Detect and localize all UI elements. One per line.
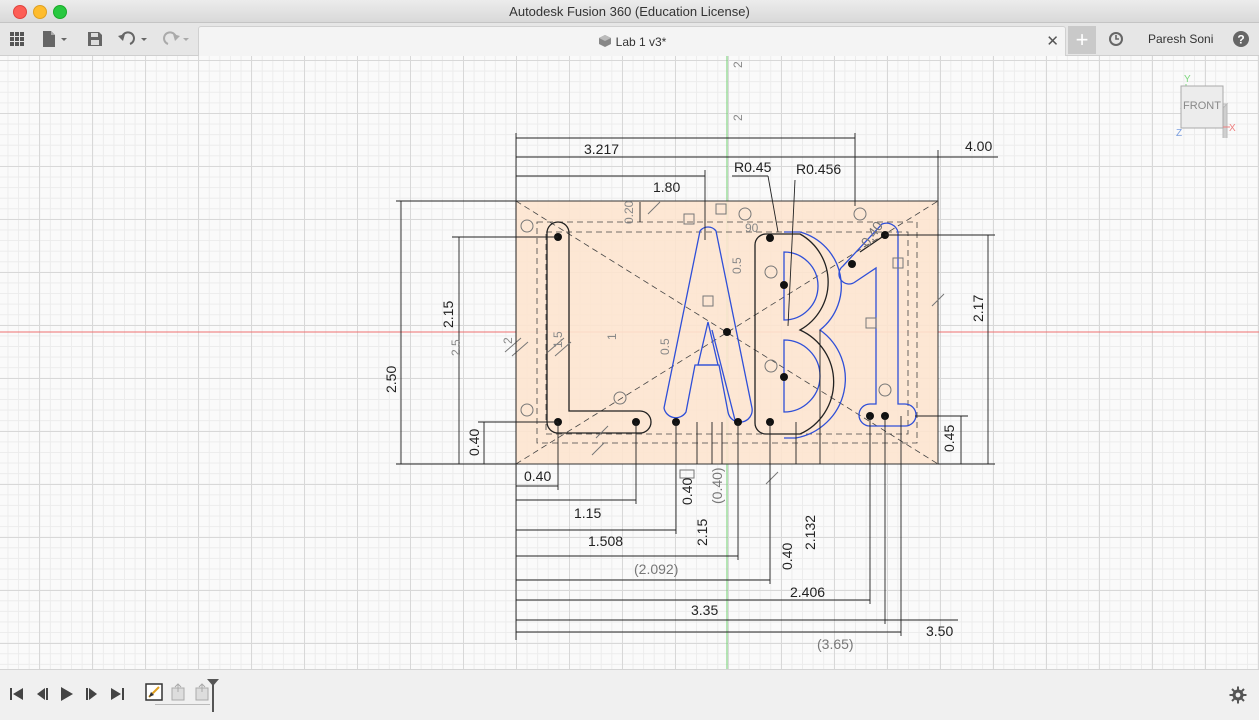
step-back-icon[interactable]	[34, 686, 50, 707]
timeline-settings-gear-icon[interactable]	[1229, 686, 1247, 709]
viewcube-face-front[interactable]: FRONT	[1183, 100, 1221, 112]
timeline-track	[155, 704, 210, 705]
component-box-icon	[598, 35, 611, 47]
sketch-canvas[interactable]: 3.217 4.00 1.80 R0.45 R0.456 2.50 2.15 0…	[0, 56, 1259, 669]
file-menu-icon[interactable]	[38, 27, 70, 51]
title-bar: Autodesk Fusion 360 (Education License)	[0, 0, 1259, 23]
dim-2-15-left[interactable]: 2.15	[440, 301, 456, 328]
dim-0-40-left[interactable]: 0.40	[466, 429, 482, 456]
dim-r045[interactable]: R0.45	[734, 159, 772, 175]
dim-1-80[interactable]: 1.80	[653, 179, 680, 195]
dim-2-406[interactable]: 2.406	[790, 584, 825, 600]
dim-2[interactable]: 2	[501, 337, 515, 344]
dim-0-40-bottom[interactable]: 0.40	[524, 468, 551, 484]
viewcube-axis-z: Z	[1176, 128, 1182, 138]
job-status-clock-icon[interactable]	[1105, 27, 1127, 51]
save-icon[interactable]	[84, 27, 106, 51]
window-title: Autodesk Fusion 360 (Education License)	[509, 4, 750, 19]
dim-2-17[interactable]: 2.17	[970, 295, 986, 322]
play-icon[interactable]	[59, 686, 75, 707]
dim-1-5[interactable]: 1.5	[551, 331, 565, 348]
data-panel-grid-icon[interactable]	[6, 27, 28, 51]
dim-2-top-2[interactable]: 2	[731, 114, 745, 121]
new-tab-button[interactable]: +	[1068, 26, 1096, 54]
dim-2-5[interactable]: 2.5	[449, 339, 463, 356]
svg-text:?: ?	[1237, 33, 1244, 47]
timeline-marker[interactable]	[206, 678, 220, 719]
dim-3-65[interactable]: (3.65)	[817, 636, 854, 652]
dim-2-132[interactable]: 2.132	[802, 515, 818, 550]
dim-3-50[interactable]: 3.50	[926, 623, 953, 639]
dim-1-15[interactable]: 1.15	[574, 505, 601, 521]
dim-1[interactable]: 1	[605, 333, 619, 340]
dim-90[interactable]: 90	[745, 221, 759, 235]
dim-4-00[interactable]: 4.00	[965, 138, 992, 154]
dim-3-35[interactable]: 3.35	[691, 602, 718, 618]
dim-2-15-vertical[interactable]: 2.15	[694, 519, 710, 546]
tab-lab-1[interactable]: Lab 1 v3* ✕	[198, 26, 1066, 56]
dim-3217[interactable]: 3.217	[584, 141, 619, 157]
timeline-extrude-feature-icon[interactable]	[169, 683, 187, 706]
dim-0-5-b[interactable]: 0.5	[658, 338, 672, 355]
step-forward-icon[interactable]	[84, 686, 100, 707]
dim-0-45[interactable]: 0.45	[941, 425, 957, 452]
go-to-end-icon[interactable]	[109, 686, 125, 707]
viewcube-axis-x: X	[1229, 123, 1236, 134]
dim-0-20[interactable]: 0.20	[622, 200, 636, 224]
timeline-bar	[0, 669, 1259, 720]
view-cube[interactable]: Y FRONT X Z	[1176, 74, 1236, 152]
dim-0-40-vertical[interactable]: 0.40	[679, 478, 695, 505]
toolbar: Lab 1 v3* ✕ + Paresh Soni ?	[0, 23, 1259, 56]
dim-0-40-vertical-2[interactable]: 0.40	[779, 543, 795, 570]
undo-icon[interactable]	[116, 27, 152, 51]
help-icon[interactable]: ?	[1230, 27, 1252, 51]
dim-2-50[interactable]: 2.50	[383, 366, 399, 393]
go-to-start-icon[interactable]	[9, 686, 25, 707]
user-account-menu[interactable]: Paresh Soni	[1148, 32, 1213, 46]
dim-0-40-paren[interactable]: (0.40)	[709, 467, 725, 504]
dim-1-508[interactable]: 1.508	[588, 533, 623, 549]
doc-tab-label: Lab 1 v3*	[615, 35, 667, 49]
dim-2-top[interactable]: 2	[731, 61, 745, 68]
redo-icon[interactable]	[158, 27, 194, 51]
viewcube-axis-y: Y	[1184, 74, 1191, 85]
dim-2-092[interactable]: (2.092)	[634, 561, 678, 577]
dim-0-5-a[interactable]: 0.5	[730, 257, 744, 274]
timeline-sketch-feature-icon[interactable]	[145, 683, 163, 706]
close-tab-icon[interactable]: ✕	[1046, 32, 1059, 50]
dim-r0456[interactable]: R0.456	[796, 161, 841, 177]
